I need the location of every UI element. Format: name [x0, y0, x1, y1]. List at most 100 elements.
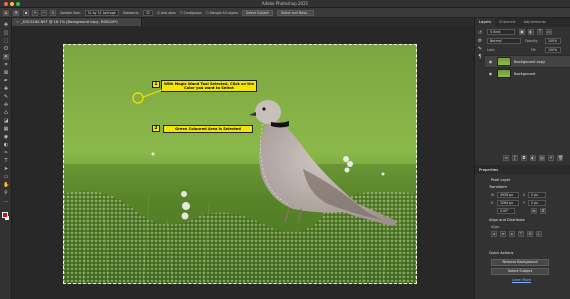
path-select-icon[interactable]: ➤ [3, 166, 9, 172]
flip-vertical-icon[interactable]: ⇵ [540, 208, 546, 214]
mask-icon[interactable]: ◘ [521, 155, 527, 161]
filter-shape-icon[interactable]: ▭ [546, 29, 552, 35]
lasso-icon[interactable]: ʘ [3, 46, 9, 52]
link-layers-icon[interactable]: ∞ [503, 155, 509, 161]
align-icons: ⫷ ≡ ⫸ ⊤ ⊝ ⊥ [491, 231, 542, 237]
width-input[interactable]: 4928 px [497, 192, 519, 198]
close-tab-icon[interactable]: × [16, 20, 19, 24]
fill-input[interactable]: 100% [545, 47, 561, 53]
learn-more-link[interactable]: Learn More [512, 278, 531, 282]
new-layer-icon[interactable]: + [548, 155, 554, 161]
opacity-input[interactable]: 100% [545, 38, 561, 44]
x-label: X [523, 193, 526, 197]
trash-icon[interactable]: 🗑 [557, 155, 563, 161]
clone-stamp-icon[interactable]: ✣ [3, 102, 9, 108]
home-icon[interactable]: ⌂ [3, 9, 9, 16]
type-icon[interactable]: T [3, 158, 9, 164]
filter-adjust-icon[interactable]: ◐ [528, 29, 534, 35]
fx-icon[interactable]: ƒ [512, 155, 518, 161]
layer-thumbnail [497, 69, 511, 78]
tab-adjustments[interactable]: Adjustments [520, 18, 551, 27]
brush-panel-icon[interactable]: ✎ [477, 46, 483, 52]
eye-icon[interactable]: ◉ [487, 71, 494, 76]
y-input[interactable]: 0 px [528, 200, 546, 206]
history-brush-icon[interactable]: ♺ [3, 110, 9, 116]
select-subject-button[interactable]: Select Subject [242, 9, 273, 16]
new-selection-icon[interactable]: ▪ [23, 9, 29, 16]
zoom-icon[interactable]: ⚲ [3, 190, 9, 196]
contiguous-checkbox[interactable]: ☐ Contiguous [180, 11, 202, 15]
step-1-arrow [132, 89, 163, 104]
adjustment-layer-icon[interactable]: ◐ [530, 155, 536, 161]
blur-icon[interactable]: ◉ [3, 134, 9, 140]
layers-footer-icons: ∞ ƒ ◘ ◐ ▤ + 🗑 [503, 155, 563, 161]
align-section-title: Align and Distribute [489, 218, 525, 222]
layer-row[interactable]: ◉ Background copy [485, 55, 570, 67]
foreground-color-swatch[interactable] [2, 212, 8, 218]
sample-all-layers-checkbox[interactable]: ☐ Sample All Layers [206, 11, 238, 15]
hand-icon[interactable]: ✋ [3, 182, 9, 188]
history-panel-icon[interactable]: ↺ [477, 30, 483, 36]
marquee-icon[interactable]: ⬚ [3, 38, 9, 44]
dodge-icon[interactable]: ◐ [3, 142, 9, 148]
flip-icons: ⇋ ⇵ [531, 208, 546, 214]
tolerance-input[interactable]: 32 [143, 9, 154, 16]
blend-mode-select[interactable]: Normal [487, 38, 521, 44]
gradient-icon[interactable]: ▦ [3, 126, 9, 132]
filter-kind-select[interactable]: ⚲ Kind [487, 29, 515, 35]
eyedropper-icon[interactable]: ✒ [3, 78, 9, 84]
flip-horizontal-icon[interactable]: ⇋ [531, 208, 537, 214]
step-1-badge: 1 [152, 81, 160, 88]
pen-icon[interactable]: ✑ [3, 150, 9, 156]
align-top-icon[interactable]: ⊤ [518, 231, 524, 237]
shape-icon[interactable]: ▭ [3, 174, 9, 180]
document-tab-bar: × _DSC5180.NEF @ 16.7% (Background copy, … [12, 18, 474, 26]
magic-wand-preset-icon[interactable]: ✶ [13, 9, 19, 16]
align-center-icon[interactable]: ≡ [500, 231, 506, 237]
layers-panel-tabs: Layers Channels Adjustments [475, 18, 570, 27]
select-subject-quick-button[interactable]: Select Subject [491, 268, 549, 275]
document-tab-label: _DSC5180.NEF @ 16.7% (Background copy, R… [21, 20, 118, 24]
layer-thumbnail [497, 57, 511, 66]
tab-channels[interactable]: Channels [495, 18, 520, 27]
document-tab[interactable]: × _DSC5180.NEF @ 16.7% (Background copy, … [12, 18, 142, 26]
align-bottom-icon[interactable]: ⊥ [536, 231, 542, 237]
subtract-selection-icon[interactable]: − [41, 9, 47, 16]
tab-layers[interactable]: Layers [475, 18, 495, 27]
eye-icon[interactable]: ◉ [487, 59, 494, 64]
lock-label: Lock: [487, 48, 496, 52]
filter-type-icon[interactable]: T [537, 29, 543, 35]
group-icon[interactable]: ▤ [539, 155, 545, 161]
contiguous-label: Contiguous [183, 10, 202, 15]
add-selection-icon[interactable]: + [32, 9, 38, 16]
intersect-selection-icon[interactable]: × [50, 9, 56, 16]
frame-icon[interactable]: ⊠ [3, 70, 9, 76]
sample-all-layers-label: Sample All Layers [209, 10, 239, 15]
more-icon[interactable]: … [3, 198, 9, 204]
select-and-mask-button[interactable]: Select and Mask... [276, 9, 314, 16]
magic-wand-icon[interactable]: ✶ [3, 54, 9, 60]
sample-size-select[interactable]: 51 by 51 Average [84, 9, 119, 16]
properties-panel-icon[interactable]: ⚙ [477, 38, 483, 44]
x-input[interactable]: 0 px [528, 192, 546, 198]
height-input[interactable]: 3264 px [497, 200, 519, 206]
artboard-icon[interactable]: ◫ [3, 30, 9, 36]
remove-background-button[interactable]: Remove Background [491, 259, 549, 266]
tools-panel: ✥ ◫ ⬚ ʘ ✶ ⌗ ⊠ ✒ ✚ ✎ ✣ ♺ ◪ ▦ ◉ ◐ ✑ T ➤ ▭ ✋ ⚲ … [0, 18, 12, 299]
anti-alias-checkbox[interactable]: ☑ Anti-alias [157, 11, 176, 15]
eraser-icon[interactable]: ◪ [3, 118, 9, 124]
properties-panel-title: Properties [475, 165, 570, 174]
align-left-icon[interactable]: ⫷ [491, 231, 497, 237]
move-icon[interactable]: ✥ [3, 22, 9, 28]
options-bar: ⌂ ✶ ▪ + − × Sample Size: 51 by 51 Averag… [0, 8, 570, 18]
height-label: H [491, 201, 494, 205]
align-right-icon[interactable]: ⫸ [509, 231, 515, 237]
brush-icon[interactable]: ✎ [3, 94, 9, 100]
healing-icon[interactable]: ✚ [3, 86, 9, 92]
crop-icon[interactable]: ⌗ [3, 62, 9, 68]
align-middle-icon[interactable]: ⊝ [527, 231, 533, 237]
angle-input[interactable]: 0.00° [497, 208, 515, 214]
layer-row[interactable]: ◉ Background [485, 67, 570, 79]
paragraph-panel-icon[interactable]: ¶ [477, 54, 483, 60]
filter-pixel-icon[interactable]: ▣ [519, 29, 525, 35]
